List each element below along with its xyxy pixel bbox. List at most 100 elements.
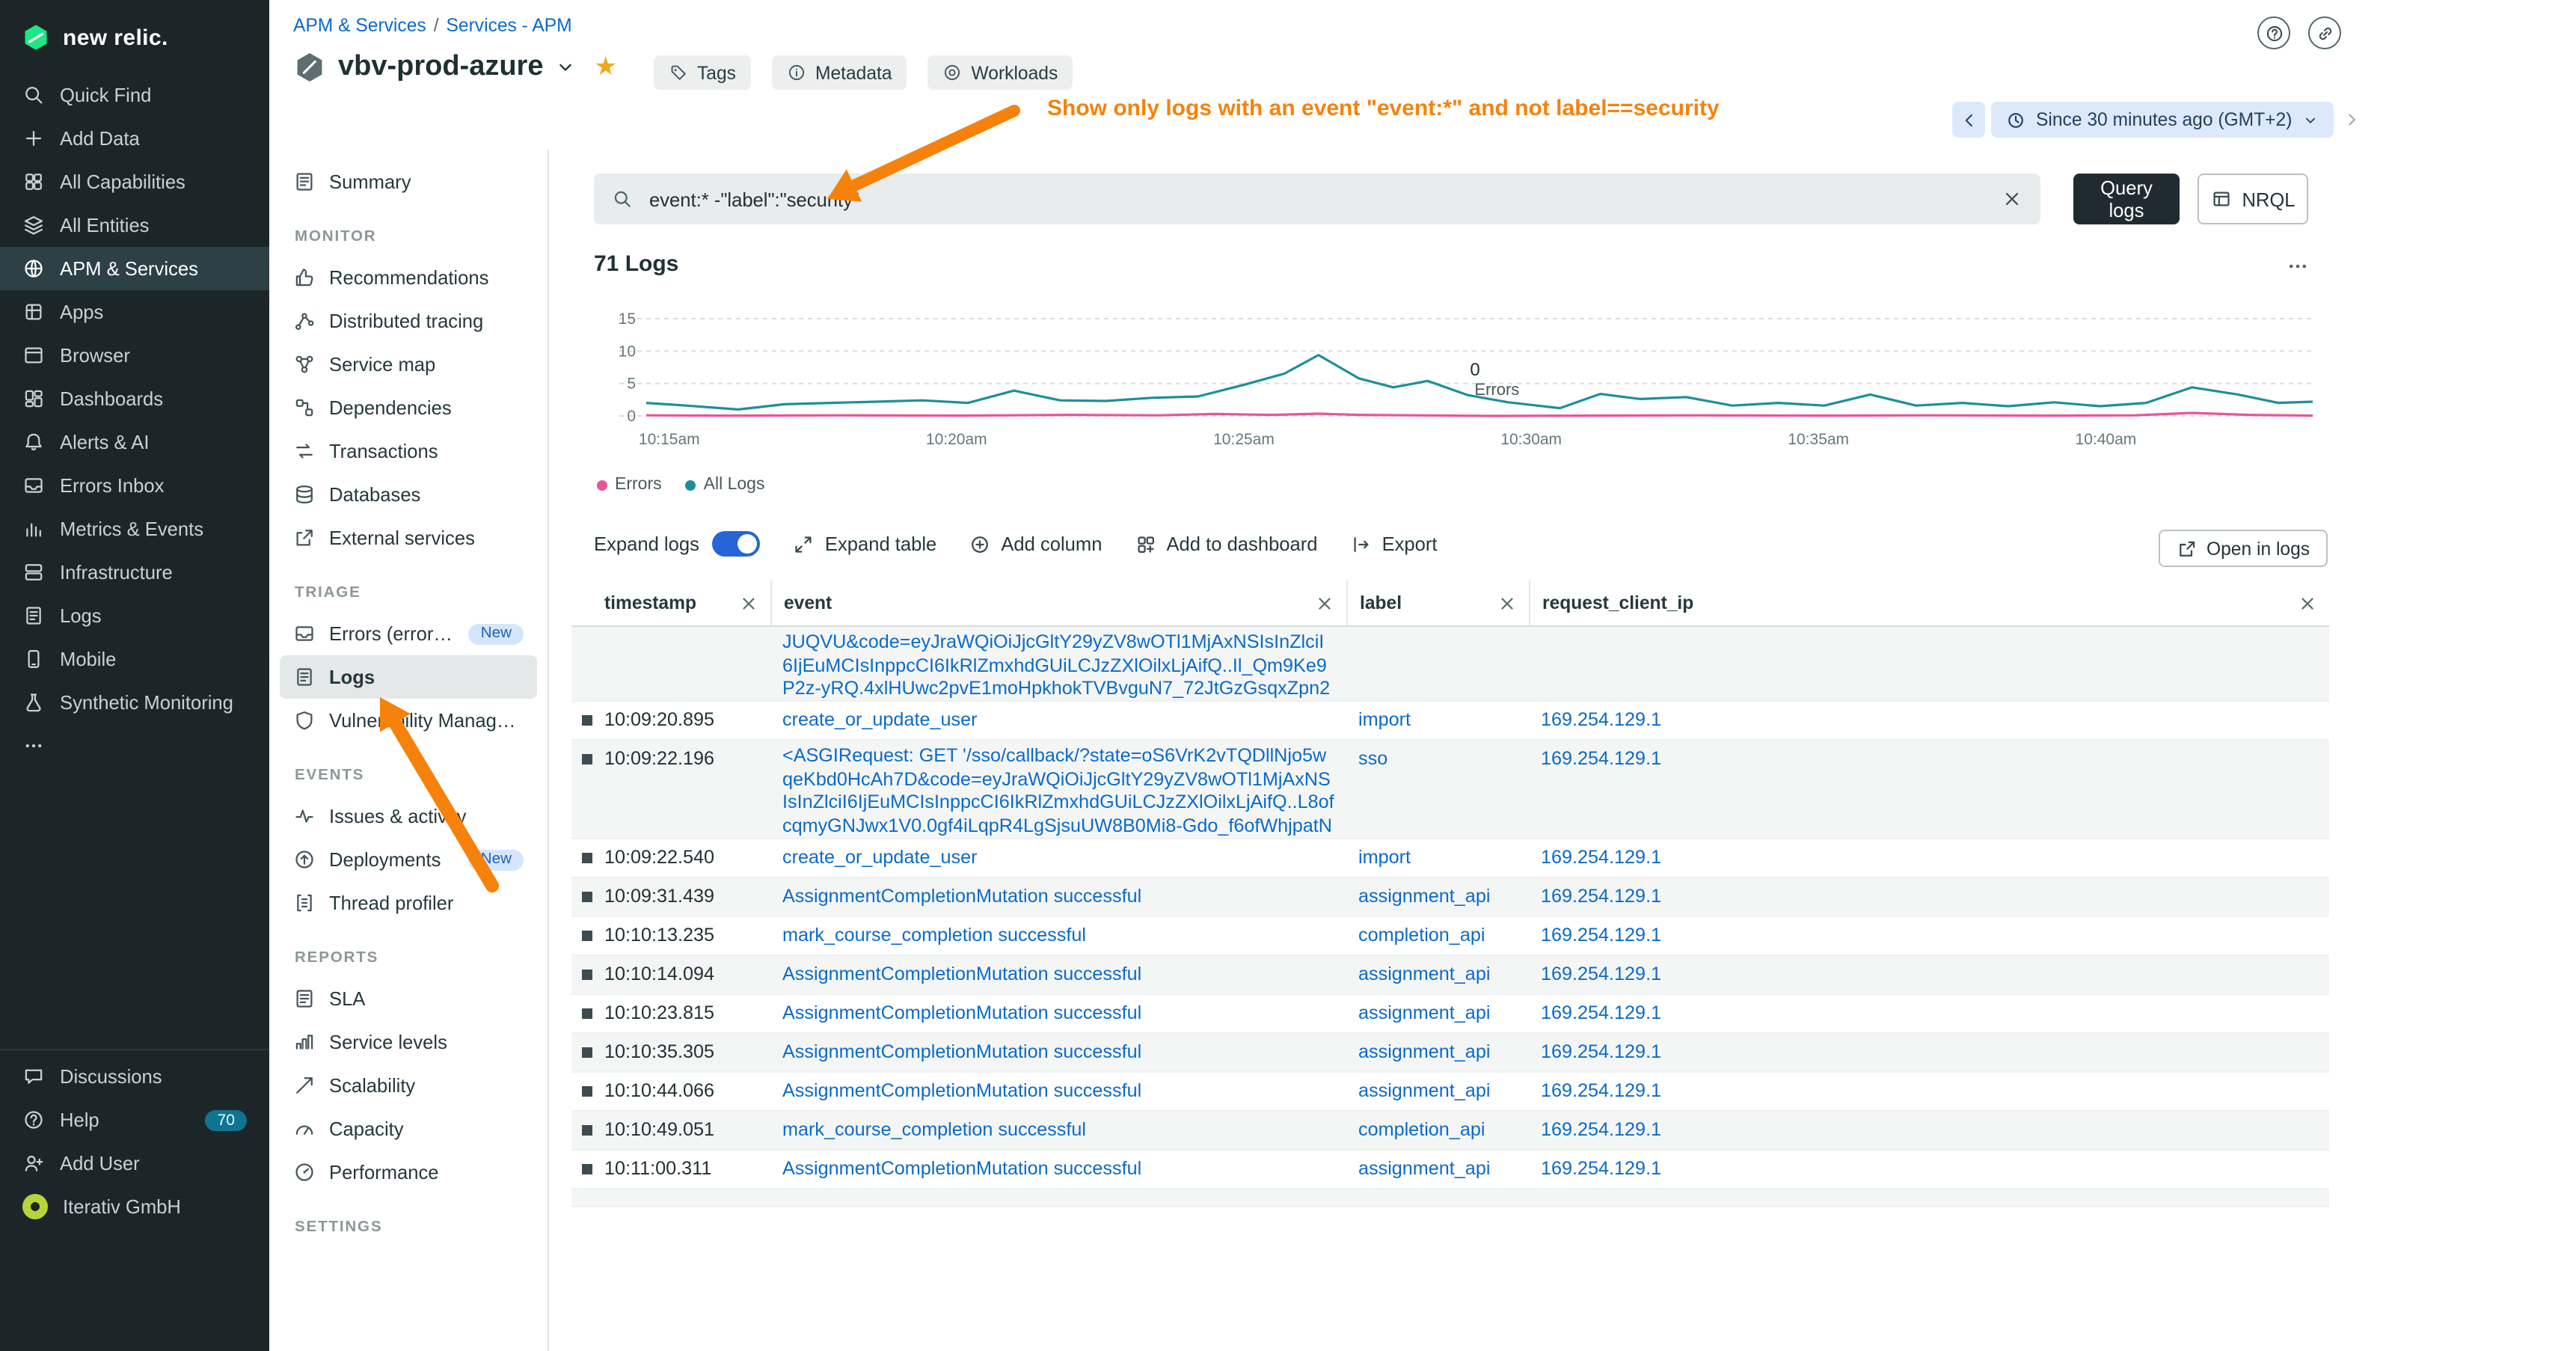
log-ip-link[interactable]: 169.254.129.1 (1541, 709, 1661, 730)
log-ip-link[interactable]: 169.254.129.1 (1541, 1119, 1661, 1140)
log-ip-link[interactable]: 169.254.129.1 (1541, 1041, 1661, 1062)
log-event-link[interactable]: AssignmentCompletionMutation successful (782, 1158, 1141, 1179)
export-button[interactable]: Export (1351, 533, 1438, 555)
remove-column-label-icon[interactable] (1497, 593, 1517, 613)
add-to-dashboard-button[interactable]: Add to dashboard (1135, 533, 1317, 555)
nav-item-add-user[interactable]: Add User (0, 1142, 269, 1185)
log-row[interactable]: JUQVU&code=eyJraWQiOiJjcGltY29yZV8wOTl1M… (571, 627, 2329, 702)
nav-item-browser[interactable]: Browser (0, 334, 269, 377)
subnav-item-capacity[interactable]: Capacity (280, 1107, 537, 1151)
nav-item-errors-inbox[interactable]: Errors Inbox (0, 464, 269, 507)
log-ip-link[interactable]: 169.254.129.1 (1541, 1002, 1661, 1023)
expand-logs-toggle[interactable] (713, 531, 761, 557)
nav-item-apps[interactable]: Apps (0, 290, 269, 334)
log-event-link[interactable]: AssignmentCompletionMutation successful (782, 964, 1141, 984)
permalink-icon[interactable] (2308, 16, 2341, 49)
log-label-link[interactable]: completion_api (1358, 1119, 1485, 1140)
row-marker[interactable] (582, 969, 592, 980)
nav-item-dashboards[interactable]: Dashboards (0, 377, 269, 420)
tags-button[interactable]: Tags (654, 55, 751, 90)
row-marker[interactable] (582, 754, 592, 765)
log-label-link[interactable]: assignment_api (1358, 964, 1490, 984)
row-marker[interactable] (582, 1125, 592, 1136)
time-back-button[interactable] (1952, 102, 1985, 138)
log-label-link[interactable]: import (1358, 709, 1411, 730)
log-row[interactable]: 10:10:14.094AssignmentCompletionMutation… (571, 956, 2329, 995)
query-logs-button[interactable]: Query logs (2073, 174, 2180, 224)
remove-column-timestamp-icon[interactable] (739, 593, 758, 613)
log-row[interactable]: 10:09:20.895create_or_update_userimport1… (571, 702, 2329, 741)
row-marker[interactable] (582, 892, 592, 902)
log-row[interactable]: 10:10:23.815AssignmentCompletionMutation… (571, 995, 2329, 1034)
breadcrumb-apm-services[interactable]: APM & Services (293, 15, 426, 36)
subnav-item-databases[interactable]: Databases (280, 473, 537, 516)
column-header-label[interactable]: label (1346, 580, 1529, 625)
subnav-item-dependencies[interactable]: Dependencies (280, 386, 537, 429)
subnav-item-summary[interactable]: Summary (280, 160, 537, 203)
nav-item-alerts-ai[interactable]: Alerts & AI (0, 420, 269, 464)
log-label-link[interactable]: sso (1358, 748, 1387, 769)
nav-item-all-capabilities[interactable]: All Capabilities (0, 160, 269, 203)
legend-all-logs[interactable]: All Logs (686, 476, 765, 494)
log-label-link[interactable]: assignment_api (1358, 1002, 1490, 1023)
log-event-link[interactable]: JUQVU&code=eyJraWQiOiJjcGltY29yZV8wOTl1M… (782, 631, 1330, 700)
nav-item-apm-services[interactable]: APM & Services (0, 247, 269, 290)
nav-item-logs[interactable]: Logs (0, 594, 269, 637)
log-event-link[interactable]: create_or_update_user (782, 709, 977, 730)
log-row[interactable]: 10:09:31.439AssignmentCompletionMutation… (571, 878, 2329, 917)
favorite-star-icon[interactable]: ★ (595, 52, 618, 82)
log-event-link[interactable]: AssignmentCompletionMutation successful (782, 1002, 1141, 1023)
log-label-link[interactable]: assignment_api (1358, 886, 1490, 907)
add-column-button[interactable]: Add column (969, 533, 1102, 555)
new-relic-logo[interactable]: new relic. (0, 0, 269, 73)
workloads-button[interactable]: Workloads (928, 55, 1073, 90)
log-row[interactable]: 10:10:13.235mark_course_completion succe… (571, 917, 2329, 956)
log-ip-link[interactable]: 169.254.129.1 (1541, 964, 1661, 984)
subnav-item-logs[interactable]: Logs (280, 655, 537, 699)
nav-item-synthetic-monitoring[interactable]: Synthetic Monitoring (0, 681, 269, 724)
log-event-link[interactable]: create_or_update_user (782, 847, 977, 868)
log-label-link[interactable]: assignment_api (1358, 1080, 1490, 1101)
subnav-item-issues-activity[interactable]: Issues & activity (280, 794, 537, 838)
row-marker[interactable] (582, 1164, 592, 1174)
log-event-link[interactable]: AssignmentCompletionMutation successful (782, 1041, 1141, 1062)
log-event-link[interactable]: <ASGIRequest: GET '/sso/callback/?state=… (782, 745, 1334, 838)
subnav-item-external-services[interactable]: External services (280, 516, 537, 560)
nav-item-help[interactable]: Help70 (0, 1098, 269, 1142)
log-row[interactable]: 10:10:49.051mark_course_completion succe… (571, 1112, 2329, 1151)
nav-item-add-data[interactable]: Add Data (0, 117, 269, 160)
subnav-item-performance[interactable]: Performance (280, 1151, 537, 1194)
row-marker[interactable] (582, 1008, 592, 1019)
row-marker[interactable] (582, 931, 592, 941)
subnav-item-thread-profiler[interactable]: Thread profiler (280, 881, 537, 925)
log-row[interactable]: 10:09:22.540create_or_update_userimport1… (571, 839, 2329, 878)
log-row[interactable]: 10:09:22.196<ASGIRequest: GET '/sso/call… (571, 741, 2329, 839)
log-row[interactable]: 10:10:35.305AssignmentCompletionMutation… (571, 1034, 2329, 1073)
log-ip-link[interactable]: 169.254.129.1 (1541, 886, 1661, 907)
subnav-item-service-levels[interactable]: Service levels (280, 1020, 537, 1064)
log-ip-link[interactable]: 169.254.129.1 (1541, 748, 1661, 769)
log-event-link[interactable]: mark_course_completion successful (782, 1119, 1086, 1140)
nav-item-all-entities[interactable]: All Entities (0, 203, 269, 247)
log-ip-link[interactable]: 169.254.129.1 (1541, 1080, 1661, 1101)
column-header-timestamp[interactable]: timestamp (571, 580, 770, 625)
help-icon[interactable] (2257, 16, 2290, 49)
log-row[interactable]: 10:10:44.066AssignmentCompletionMutation… (571, 1073, 2329, 1112)
expand-table-button[interactable]: Expand table (794, 533, 936, 555)
nav-item-more[interactable] (0, 724, 269, 768)
breadcrumb-services-apm[interactable]: Services - APM (447, 15, 572, 36)
log-label-link[interactable]: assignment_api (1358, 1158, 1490, 1179)
log-label-link[interactable]: assignment_api (1358, 1041, 1490, 1062)
subnav-item-recommendations[interactable]: Recommendations (280, 256, 537, 299)
clear-query-icon[interactable] (2002, 189, 2023, 209)
row-marker[interactable] (582, 1047, 592, 1058)
column-header-event[interactable]: event (770, 580, 1346, 625)
subnav-item-service-map[interactable]: Service map (280, 343, 537, 386)
column-header-request-client-ip[interactable]: request_client_ip (1529, 580, 2329, 625)
logs-query-input[interactable] (646, 186, 1988, 212)
log-row[interactable]: 10:11:00.311AssignmentCompletionMutation… (571, 1151, 2329, 1189)
subnav-item-scalability[interactable]: Scalability (280, 1064, 537, 1107)
row-marker[interactable] (582, 715, 592, 726)
log-ip-link[interactable]: 169.254.129.1 (1541, 847, 1661, 868)
nav-item-quick-find[interactable]: Quick Find (0, 73, 269, 117)
